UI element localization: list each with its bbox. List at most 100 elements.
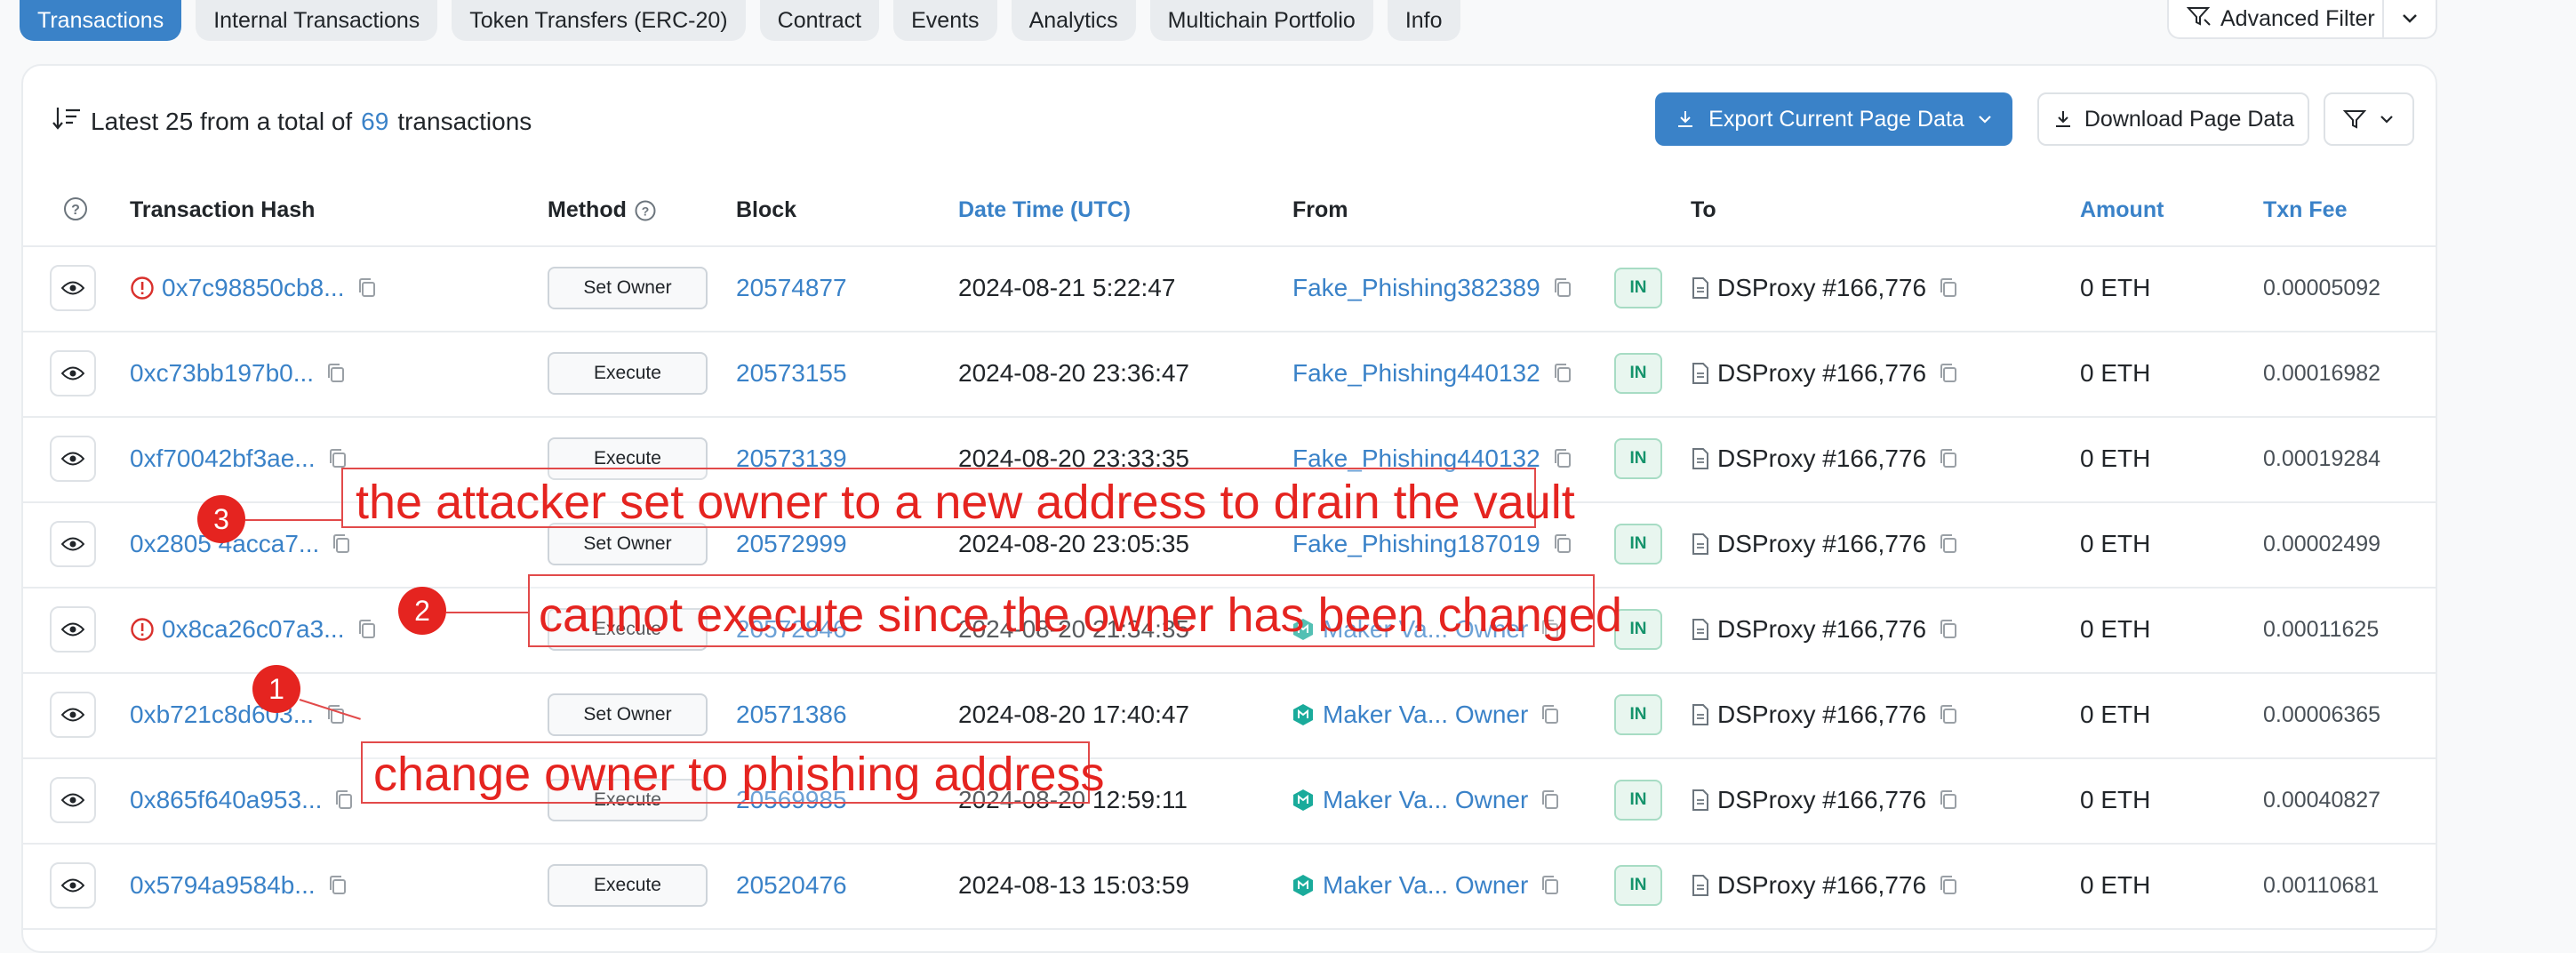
- tab-internal-transactions[interactable]: Internal Transactions: [196, 0, 438, 41]
- advanced-filter-control: Advanced Filter: [2167, 0, 2437, 39]
- transaction-hash-link[interactable]: 0x5794a9584b...: [130, 871, 316, 900]
- from-address-link[interactable]: Fake_Phishing382389: [1292, 274, 1540, 302]
- col-to: To: [1691, 197, 1716, 222]
- to-address[interactable]: DSProxy #166,776: [1717, 359, 1926, 388]
- col-date-time[interactable]: Date Time (UTC): [958, 197, 1131, 223]
- transaction-hash-link[interactable]: 0xf70042bf3ae...: [130, 444, 316, 473]
- direction-badge: IN: [1614, 694, 1662, 735]
- from-address-link[interactable]: Fake_Phishing440132: [1292, 359, 1540, 388]
- copy-icon[interactable]: [332, 533, 351, 555]
- date-time: 2024-08-21 5:22:47: [958, 274, 1176, 301]
- copy-icon[interactable]: [1553, 277, 1572, 299]
- eye-icon: [61, 365, 84, 381]
- col-method: Method: [548, 197, 627, 222]
- table-row: 0xc73bb197b0... Execute 20573155 2024-08-20…: [23, 331, 2436, 418]
- to-address[interactable]: DSProxy #166,776: [1717, 786, 1926, 814]
- from-address-link[interactable]: Maker Va... Owner: [1323, 786, 1528, 814]
- tab-analytics[interactable]: Analytics: [1011, 0, 1136, 41]
- to-address[interactable]: DSProxy #166,776: [1717, 701, 1926, 729]
- view-details-button[interactable]: [50, 606, 96, 653]
- to-address[interactable]: DSProxy #166,776: [1717, 615, 1926, 644]
- eye-icon: [61, 536, 84, 552]
- table-row: 0x5794a9584b... Execute 20520476 2024-08-13…: [23, 843, 2436, 930]
- amount: 0 ETH: [2080, 786, 2151, 813]
- copy-icon[interactable]: [334, 789, 354, 811]
- block-link[interactable]: 20574877: [736, 274, 847, 302]
- txn-fee: 0.00006365: [2263, 701, 2381, 727]
- tab-events[interactable]: Events: [893, 0, 997, 41]
- copy-icon[interactable]: [1939, 619, 1958, 640]
- copy-icon[interactable]: [328, 448, 348, 469]
- copy-icon[interactable]: [1553, 448, 1572, 469]
- txn-fee: 0.00019284: [2263, 445, 2381, 471]
- to-address[interactable]: DSProxy #166,776: [1717, 871, 1926, 900]
- download-page-data-button[interactable]: Download Page Data: [2037, 92, 2309, 146]
- copy-icon[interactable]: [1939, 533, 1958, 555]
- copy-icon[interactable]: [357, 277, 377, 299]
- method-badge: Execute: [548, 864, 708, 907]
- transaction-hash-link[interactable]: 0x8ca26c07a3...: [162, 615, 345, 644]
- tab-token-transfers[interactable]: Token Transfers (ERC-20): [452, 0, 746, 41]
- date-time: 2024-08-20 23:05:35: [958, 530, 1189, 557]
- copy-icon[interactable]: [1939, 875, 1958, 896]
- copy-icon[interactable]: [1553, 363, 1572, 384]
- view-details-button[interactable]: [50, 350, 96, 396]
- col-block: Block: [736, 197, 797, 222]
- summary-suffix: transactions: [397, 107, 532, 135]
- copy-icon[interactable]: [326, 363, 346, 384]
- block-link[interactable]: 20572999: [736, 530, 847, 558]
- to-address[interactable]: DSProxy #166,776: [1717, 274, 1926, 302]
- copy-icon[interactable]: [1939, 789, 1958, 811]
- block-link[interactable]: 20571386: [736, 701, 847, 729]
- view-details-button[interactable]: [50, 436, 96, 482]
- from-address-link[interactable]: Maker Va... Owner: [1323, 871, 1528, 900]
- copy-icon[interactable]: [1939, 448, 1958, 469]
- copy-icon[interactable]: [1939, 704, 1958, 725]
- tab-info[interactable]: Info: [1387, 0, 1460, 41]
- copy-icon[interactable]: [1540, 704, 1560, 725]
- annotation-number-badge: 2: [398, 587, 446, 635]
- copy-icon[interactable]: [1939, 277, 1958, 299]
- col-transaction-hash: Transaction Hash: [130, 197, 316, 222]
- view-details-button[interactable]: [50, 521, 96, 567]
- help-icon[interactable]: ?: [62, 196, 89, 228]
- amount: 0 ETH: [2080, 359, 2151, 387]
- advanced-filter-dropdown[interactable]: [2384, 12, 2436, 25]
- block-link[interactable]: 20573155: [736, 359, 847, 388]
- sort-icon[interactable]: [52, 105, 82, 138]
- block-link[interactable]: 20520476: [736, 871, 847, 900]
- tab-multichain-portfolio[interactable]: Multichain Portfolio: [1149, 0, 1373, 41]
- filter-button[interactable]: [2324, 92, 2414, 146]
- table-row: 0x7c98850cb8... Set Owner 20574877 2024-08-…: [23, 245, 2436, 332]
- export-current-page-button[interactable]: Export Current Page Data: [1655, 92, 2012, 146]
- download-icon: [2055, 111, 2070, 127]
- download-icon: [1678, 111, 1693, 127]
- copy-icon[interactable]: [357, 619, 377, 640]
- view-details-button[interactable]: [50, 265, 96, 311]
- from-address-link[interactable]: Fake_Phishing187019: [1292, 530, 1540, 558]
- contract-icon: [1691, 533, 1710, 556]
- contract-icon: [1691, 874, 1710, 897]
- copy-icon[interactable]: [328, 875, 348, 896]
- to-address[interactable]: DSProxy #166,776: [1717, 530, 1926, 558]
- view-details-button[interactable]: [50, 862, 96, 909]
- tab-transactions[interactable]: Transactions: [20, 0, 182, 41]
- date-time: 2024-08-20 17:40:47: [958, 701, 1189, 728]
- transaction-hash-link[interactable]: 0x865f640a953...: [130, 786, 322, 814]
- transaction-hash-link[interactable]: 0x7c98850cb8...: [162, 274, 345, 302]
- copy-icon[interactable]: [1939, 363, 1958, 384]
- advanced-filter-button[interactable]: Advanced Filter: [2169, 0, 2384, 37]
- view-details-button[interactable]: [50, 777, 96, 823]
- copy-icon[interactable]: [1540, 875, 1560, 896]
- tab-contract[interactable]: Contract: [759, 0, 880, 41]
- copy-icon[interactable]: [1553, 533, 1572, 555]
- transaction-hash-link[interactable]: 0xc73bb197b0...: [130, 359, 314, 388]
- from-address-link[interactable]: Maker Va... Owner: [1323, 701, 1528, 729]
- col-amount[interactable]: Amount: [2080, 197, 2164, 223]
- filter-icon: [2186, 5, 2212, 33]
- help-icon[interactable]: ?: [634, 199, 657, 222]
- view-details-button[interactable]: [50, 692, 96, 738]
- copy-icon[interactable]: [1540, 789, 1560, 811]
- col-txn-fee[interactable]: Txn Fee: [2263, 197, 2347, 223]
- to-address[interactable]: DSProxy #166,776: [1717, 444, 1926, 473]
